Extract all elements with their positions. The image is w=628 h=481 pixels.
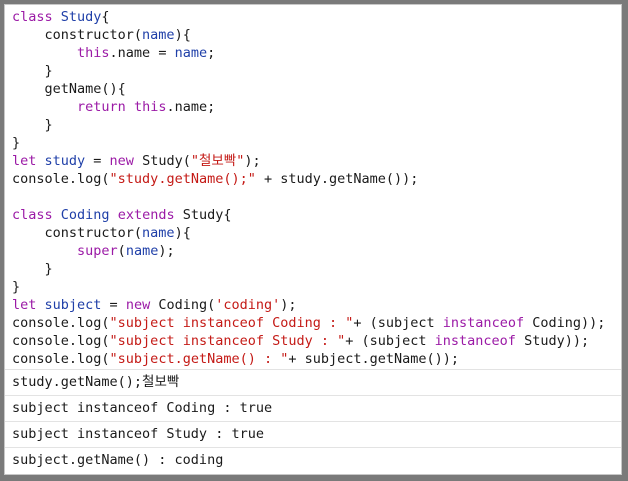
- code-token: + (subject: [353, 315, 443, 331]
- code-line: console.log("subject instanceof Study : …: [12, 332, 621, 350]
- code-line: }: [12, 278, 621, 296]
- code-token: + subject.getName());: [288, 351, 460, 367]
- code-line: super(name);: [12, 242, 621, 260]
- code-token: .name;: [166, 99, 216, 115]
- code-token: study: [44, 153, 86, 169]
- code-example-panel: class Study{ constructor(name){ this.nam…: [4, 4, 622, 475]
- code-token: );: [244, 153, 261, 169]
- code-line: }: [12, 260, 621, 278]
- code-token: extends: [117, 207, 175, 223]
- code-token: Study: [60, 9, 102, 25]
- code-line: console.log("study.getName();" + study.g…: [12, 170, 621, 188]
- code-token: {: [101, 9, 110, 25]
- code-token: new: [109, 153, 134, 169]
- output-line: subject.getName() : coding: [12, 452, 224, 468]
- code-token: (: [117, 243, 126, 259]
- code-block: class Study{ constructor(name){ this.nam…: [5, 5, 621, 368]
- console-output: study.getName();철보빡 subject instanceof C…: [5, 369, 621, 473]
- code-token: );: [280, 297, 297, 313]
- code-token: Study));: [515, 333, 590, 349]
- code-token: console.log(: [12, 351, 110, 367]
- code-token: "subject instanceof Coding : ": [109, 315, 354, 331]
- code-token: + (subject: [345, 333, 435, 349]
- code-line: }: [12, 116, 621, 134]
- code-token: "study.getName();": [109, 171, 256, 187]
- code-token: getName(){: [12, 81, 126, 97]
- code-token: }: [12, 117, 53, 133]
- code-token: }: [12, 63, 53, 79]
- code-token: name: [174, 45, 208, 61]
- code-token: console.log(: [12, 315, 110, 331]
- code-token: subject: [44, 297, 102, 313]
- code-token: "subject.getName() : ": [109, 351, 289, 367]
- code-token: }: [12, 135, 21, 151]
- code-token: console.log(: [12, 171, 110, 187]
- code-token: Coding: [60, 207, 110, 223]
- code-line: }: [12, 134, 621, 152]
- code-token: let: [12, 297, 45, 313]
- code-token: instanceof: [434, 333, 516, 349]
- code-line: let study = new Study("철보빡");: [12, 152, 621, 170]
- code-token: constructor(: [12, 27, 143, 43]
- code-token: ;: [207, 45, 216, 61]
- code-token: ){: [174, 225, 191, 241]
- code-token: name: [142, 27, 175, 43]
- code-token: }: [12, 261, 53, 277]
- code-token: Coding));: [524, 315, 606, 331]
- output-line: subject instanceof Study : true: [5, 422, 621, 448]
- code-line: class Coding extends Study{: [12, 206, 621, 224]
- code-token: + study.getName());: [255, 171, 419, 187]
- code-line: console.log("subject.getName() : "+ subj…: [12, 350, 621, 368]
- code-token: instanceof: [442, 315, 525, 331]
- code-line: console.log("subject instanceof Coding :…: [12, 314, 621, 332]
- code-token: name: [125, 243, 159, 259]
- code-line: getName(){: [12, 80, 621, 98]
- code-token: console.log(: [12, 333, 110, 349]
- code-token: name: [142, 225, 175, 241]
- code-line: return this.name;: [12, 98, 621, 116]
- code-token: constructor(: [12, 225, 143, 241]
- code-token: "철보빡": [190, 153, 245, 169]
- code-token: }: [12, 279, 21, 295]
- code-token: Coding(: [150, 297, 216, 313]
- code-token: .name =: [109, 45, 175, 61]
- code-line: let subject = new Coding('coding');: [12, 296, 621, 314]
- code-line: class Study{: [12, 8, 621, 26]
- code-token: this: [133, 99, 167, 115]
- code-token: class: [12, 207, 61, 223]
- code-token: new: [125, 297, 151, 313]
- code-token: 'coding': [215, 297, 281, 313]
- code-token: return: [77, 99, 126, 115]
- code-token: this: [77, 45, 110, 61]
- code-token: class: [12, 9, 61, 25]
- code-token: );: [158, 243, 175, 259]
- code-token: Study(: [133, 153, 191, 169]
- code-token: =: [85, 153, 110, 169]
- code-line: this.name = name;: [12, 44, 621, 62]
- code-token: Study{: [174, 207, 232, 223]
- code-line: constructor(name){: [12, 224, 621, 242]
- code-token: =: [101, 297, 126, 313]
- code-line: constructor(name){: [12, 26, 621, 44]
- code-line: }: [12, 62, 621, 80]
- output-line: study.getName();철보빡: [5, 370, 621, 396]
- code-token: super: [77, 243, 118, 259]
- code-token: "subject instanceof Study : ": [109, 333, 346, 349]
- code-token: let: [12, 153, 45, 169]
- output-line: subject instanceof Coding : true: [5, 396, 621, 422]
- code-token: ){: [174, 27, 191, 43]
